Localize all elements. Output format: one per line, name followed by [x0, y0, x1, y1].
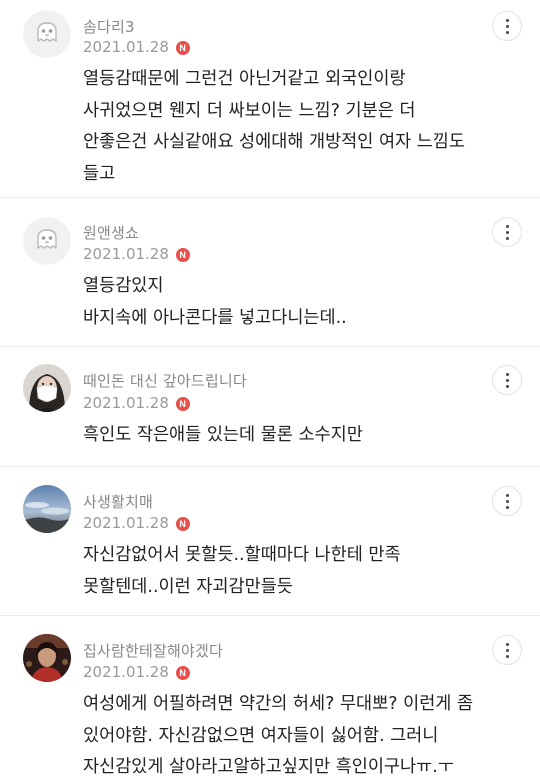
avatar[interactable] [23, 10, 71, 58]
comment-item: 솜다리3 2021.01.28 N 열등감때문에 그런건 아닌거같고 외국인이랑… [0, 0, 540, 198]
sky-photo-icon [23, 485, 71, 533]
comment-text: 흑인도 작은애들 있는데 물론 소수지만 [83, 425, 363, 445]
comment-text: 열등감때문에 그런건 아닌거같고 외국인이랑 사귀었으면 웬지 더 싸보이는 느… [83, 69, 466, 184]
comment-nickname[interactable]: 사생활치매 [83, 491, 153, 512]
comment-text: 자신감없어서 못할듯..할때마다 나한테 만족 못할텐데..이런 자괴감만들듯 [83, 545, 401, 597]
comment-text: 여성에게 어필하려면 약간의 허세? 무대뽀? 이런게 좀 있어야함. 자신감없… [83, 694, 474, 777]
more-options-button[interactable] [492, 486, 522, 516]
more-options-button[interactable] [492, 365, 522, 395]
comment-date-text: 2021.01.28 [83, 394, 169, 412]
comment-nickname[interactable]: 때인돈 대신 갚아드립니다 [83, 370, 247, 391]
new-badge: N [175, 248, 190, 262]
ghost-avatar-icon [23, 10, 71, 58]
comment-nickname[interactable]: 원앤생쇼 [83, 222, 139, 243]
comment-date: 2021.01.28 N [83, 245, 190, 263]
comment-text: 열등감있지 바지속에 아나콘다를 넣고다니는데.. [83, 276, 347, 328]
new-badge: N [175, 666, 190, 680]
comment-item: 사생활치매 2021.01.28 N 자신감없어서 못할듯..할때마다 나한테 … [0, 467, 540, 616]
more-options-button[interactable] [492, 11, 522, 41]
avatar[interactable] [23, 364, 71, 412]
comment-date-text: 2021.01.28 [83, 245, 169, 263]
masked-woman-photo-icon [23, 364, 71, 412]
comment-date: 2021.01.28 N [83, 394, 190, 412]
ghost-avatar-icon [23, 217, 71, 265]
avatar[interactable] [23, 217, 71, 265]
stage-photo-icon [23, 634, 71, 682]
comment-item: 때인돈 대신 갚아드립니다 2021.01.28 N 흑인도 작은애들 있는데 … [0, 347, 540, 467]
more-options-button[interactable] [492, 635, 522, 665]
new-badge: N [175, 41, 190, 55]
avatar[interactable] [23, 485, 71, 533]
comment-date-text: 2021.01.28 [83, 38, 169, 56]
comment-date-text: 2021.01.28 [83, 663, 169, 681]
comment-item: 집사람한테잘해야겠다 2021.01.28 N 여성에게 어필하려면 약간의 허… [0, 616, 540, 784]
comment-nickname[interactable]: 솜다리3 [83, 16, 135, 37]
comment-date-text: 2021.01.28 [83, 514, 169, 532]
comment-date: 2021.01.28 N [83, 514, 190, 532]
comment-nickname[interactable]: 집사람한테잘해야겠다 [83, 640, 223, 661]
comment-item: 원앤생쇼 2021.01.28 N 열등감있지 바지속에 아나콘다를 넣고다니는… [0, 198, 540, 347]
more-options-button[interactable] [492, 217, 522, 247]
comment-date: 2021.01.28 N [83, 663, 190, 681]
new-badge: N [175, 397, 190, 411]
avatar[interactable] [23, 634, 71, 682]
new-badge: N [175, 517, 190, 531]
comment-date: 2021.01.28 N [83, 38, 190, 56]
